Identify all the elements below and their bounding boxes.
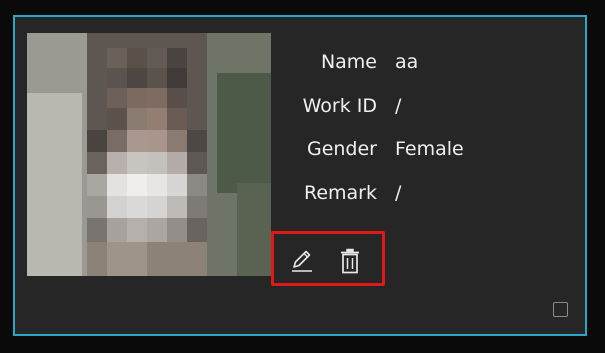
field-label: Work ID — [302, 94, 377, 117]
field-label: Name — [320, 51, 377, 73]
delete-button[interactable] — [336, 246, 364, 276]
pixelated-face-image — [27, 33, 271, 276]
edit-button[interactable] — [288, 246, 316, 276]
face-photo — [27, 33, 271, 276]
field-label: Gender — [306, 138, 377, 160]
pencil-icon — [292, 250, 312, 272]
trash-icon — [341, 248, 359, 274]
action-highlight-box — [271, 231, 385, 286]
field-value: / — [395, 181, 402, 204]
select-checkbox[interactable] — [553, 302, 568, 317]
field-value: Female — [395, 138, 464, 160]
face-record-card: Name aa Work ID / Gender Female Remark / — [13, 15, 587, 336]
field-value: aa — [395, 51, 419, 73]
field-label: Remark — [303, 181, 377, 204]
field-value: / — [395, 94, 402, 117]
